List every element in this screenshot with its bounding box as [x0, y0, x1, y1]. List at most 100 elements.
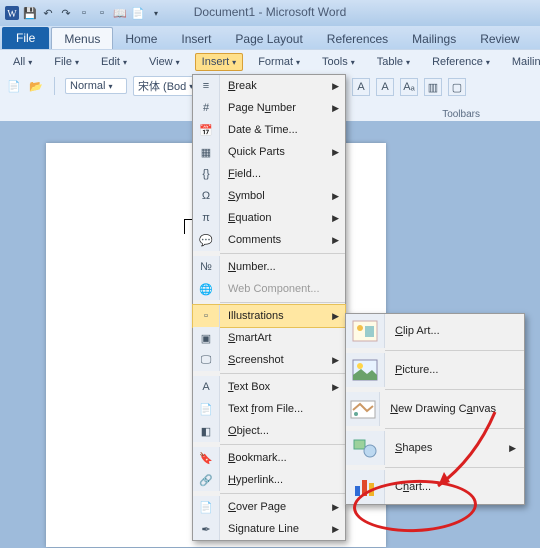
menu-all[interactable]: All▾	[6, 53, 39, 71]
chart-icon	[351, 475, 379, 499]
menu-item-textfromfile[interactable]: 📄Text from File...	[193, 398, 345, 420]
toolbar-icon[interactable]: ▥	[424, 78, 442, 96]
submenu-arrow-icon: ▶	[332, 524, 339, 535]
menu-item-label: Illustrations	[220, 310, 345, 322]
menu-item-datetime[interactable]: 📅 Date & Time...	[193, 119, 345, 141]
word-app-icon[interactable]: W	[4, 5, 20, 21]
redo-icon[interactable]: ↷	[58, 5, 74, 21]
new-doc-icon[interactable]: 📄	[6, 78, 22, 94]
title-bar: W 💾 ↶ ↷ ▫ ▫ 📖 📄 ▾ Document1 - Microsoft …	[0, 0, 540, 26]
textfromfile-icon: 📄	[198, 401, 214, 417]
submenu-label: Picture...	[385, 364, 524, 376]
submenu-arrow-icon: ▶	[332, 103, 339, 114]
menu-item-pagenum[interactable]: #Page Number▶	[193, 97, 345, 119]
menu-item-label: Equation	[220, 212, 345, 224]
menu-item-illust[interactable]: ▫ Illustrations▶	[193, 305, 345, 327]
quick-access-toolbar: W 💾 ↶ ↷ ▫ ▫ 📖 📄 ▾	[4, 5, 164, 21]
qat-customize-icon[interactable]: ▾	[148, 5, 164, 21]
menu-insert[interactable]: Insert▾	[195, 53, 244, 71]
menu-view[interactable]: View▾	[142, 53, 187, 71]
menu-item-break[interactable]: ≡Break▶	[193, 75, 345, 97]
app-window: W 💾 ↶ ↷ ▫ ▫ 📖 📄 ▾ Document1 - Microsoft …	[0, 0, 540, 548]
clip-art-icon	[351, 319, 379, 343]
menu-tools[interactable]: Tools▾	[315, 53, 362, 71]
menu-item-quickparts[interactable]: ▦ Quick Parts▶	[193, 141, 345, 163]
equation-icon: π	[198, 210, 214, 226]
tab-references[interactable]: References	[315, 28, 400, 49]
menu-item-equation[interactable]: π Equation▶	[193, 207, 345, 229]
tab-file[interactable]: File	[2, 27, 49, 49]
pagenum-icon: #	[198, 100, 214, 116]
hyperlink-icon: 🔗	[198, 472, 214, 488]
menu-file[interactable]: File▾	[47, 53, 86, 71]
menu-item-field[interactable]: {}Field...	[193, 163, 345, 185]
tab-mailings[interactable]: Mailings	[400, 28, 468, 49]
menu-mailing[interactable]: Mailing	[505, 53, 540, 71]
menu-format[interactable]: Format▾	[251, 53, 307, 71]
submenu-arrow-icon: ▶	[332, 213, 339, 224]
tab-home[interactable]: Home	[113, 28, 169, 49]
menu-edit[interactable]: Edit▾	[94, 53, 134, 71]
menu-table[interactable]: Table▾	[370, 53, 417, 71]
open-icon[interactable]: 📂	[28, 78, 44, 94]
object-icon: ◧	[198, 423, 214, 439]
toolbar-icon[interactable]: A	[376, 78, 394, 96]
qat-icon[interactable]: 📄	[130, 5, 146, 21]
menu-item-label: Object...	[220, 425, 345, 437]
menu-item-coverpage[interactable]: 📄Cover Page▶	[193, 496, 345, 518]
field-icon: {}	[198, 166, 214, 182]
tab-menus[interactable]: Menus	[51, 27, 113, 49]
quickparts-icon: ▦	[198, 144, 214, 160]
submenu-clip-art[interactable]: Clip Art...	[346, 314, 524, 348]
menu-item-label: Web Component...	[220, 283, 345, 295]
submenu-arrow-icon: ▶	[332, 502, 339, 513]
menu-item-number[interactable]: №Number...	[193, 256, 345, 278]
menu-item-smartart[interactable]: ▣SmartArt	[193, 327, 345, 349]
toolbar-icon[interactable]: ▢	[448, 78, 466, 96]
menu-item-label: Date & Time...	[220, 124, 345, 136]
font-selector[interactable]: 宋体 (Bod▾	[133, 76, 201, 96]
toolbar-icon[interactable]: Α	[352, 78, 370, 96]
menu-item-label: Text Box	[220, 381, 345, 393]
toolbar-icon[interactable]: Aₐ	[400, 78, 418, 96]
submenu-new-drawing-canvas[interactable]: New Drawing Canvas	[346, 392, 524, 426]
qat-icon[interactable]: ▫	[94, 5, 110, 21]
illustrations-submenu: Clip Art... Picture... New Drawing Canva…	[345, 313, 525, 505]
submenu-arrow-icon: ▶	[332, 81, 339, 92]
datetime-icon: 📅	[198, 122, 214, 138]
menu-item-symbol[interactable]: ΩSymbol▶	[193, 185, 345, 207]
submenu-arrow-icon: ▶	[332, 311, 339, 322]
menu-item-comments[interactable]: 💬Comments▶	[193, 229, 345, 251]
menu-item-hyperlink[interactable]: 🔗Hyperlink...	[193, 469, 345, 491]
submenu-shapes[interactable]: Shapes ▶	[346, 431, 524, 465]
menu-item-screenshot[interactable]: 🖵Screenshot▶	[193, 349, 345, 371]
illust-icon: ▫	[198, 308, 214, 324]
qat-icon[interactable]: 📖	[112, 5, 128, 21]
submenu-arrow-icon: ▶	[332, 147, 339, 158]
textbox-icon: A	[198, 379, 214, 395]
shapes-icon	[351, 436, 379, 460]
tab-insert[interactable]: Insert	[169, 28, 223, 49]
undo-icon[interactable]: ↶	[40, 5, 56, 21]
tab-page-layout[interactable]: Page Layout	[223, 28, 314, 49]
qat-icon[interactable]: ▫	[76, 5, 92, 21]
menu-item-label: Quick Parts	[220, 146, 345, 158]
webcomp-icon: 🌐	[198, 281, 214, 297]
submenu-chart[interactable]: Chart...	[346, 470, 524, 504]
style-selector[interactable]: Normal▾	[65, 78, 127, 94]
menu-item-sigline[interactable]: ✒Signature Line▶	[193, 518, 345, 540]
menu-item-label: Signature Line	[220, 523, 345, 535]
save-icon[interactable]: 💾	[22, 5, 38, 21]
submenu-arrow-icon: ▶	[332, 382, 339, 393]
submenu-picture[interactable]: Picture...	[346, 353, 524, 387]
menu-item-label: Number...	[220, 261, 345, 273]
menu-reference[interactable]: Reference▾	[425, 53, 497, 71]
ribbon-group-label: Toolbars	[442, 109, 480, 120]
menu-item-object[interactable]: ◧ Object...	[193, 420, 345, 442]
tab-review[interactable]: Review	[468, 28, 531, 49]
menu-item-label: Break	[220, 80, 345, 92]
window-title: Document1 - Microsoft Word	[194, 5, 347, 19]
smartart-icon: ▣	[198, 330, 214, 346]
menu-item-bookmark[interactable]: 🔖Bookmark...	[193, 447, 345, 469]
menu-item-textbox[interactable]: A Text Box▶	[193, 376, 345, 398]
